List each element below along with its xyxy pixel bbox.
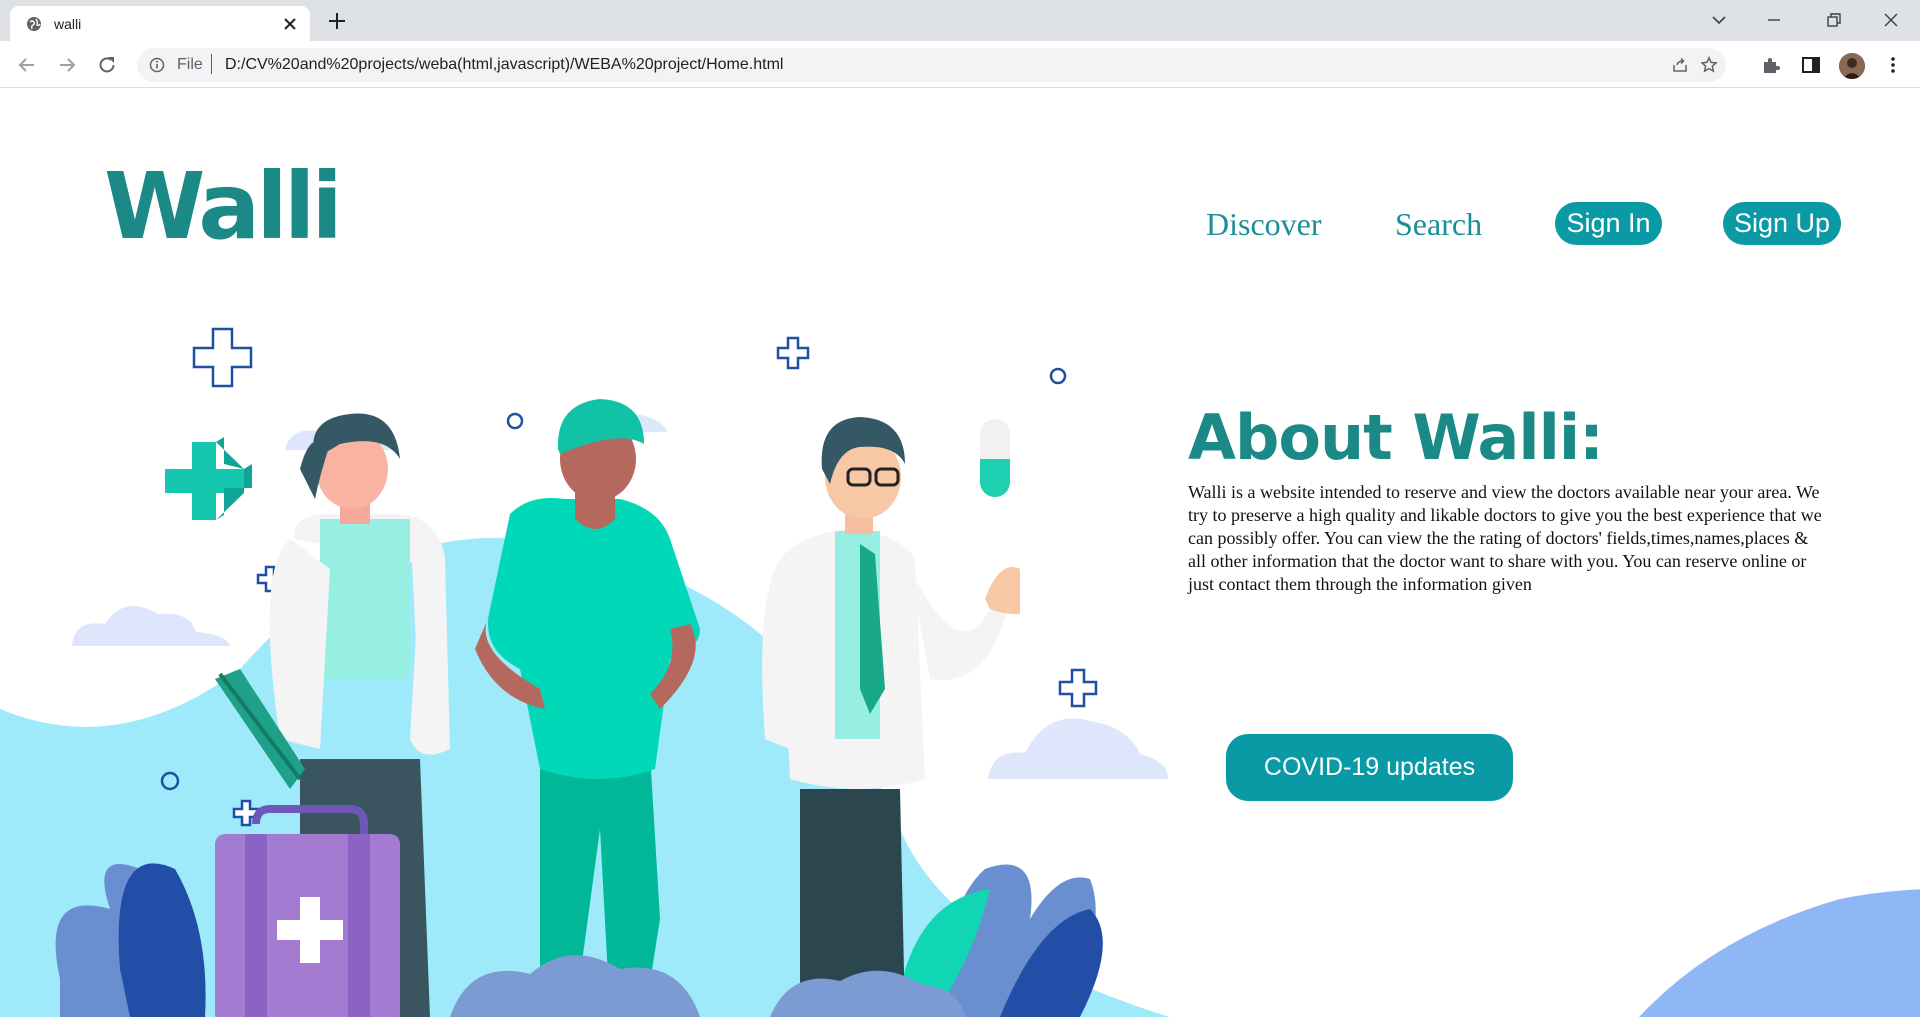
reload-icon[interactable] (95, 53, 119, 77)
sign-up-button[interactable]: Sign Up (1723, 202, 1841, 245)
minimize-icon[interactable] (1762, 8, 1786, 32)
avatar-image (1839, 53, 1865, 79)
corner-decoration (1639, 889, 1920, 1017)
about-description: Walli is a website intended to reserve a… (1188, 482, 1822, 594)
arrow-left-icon[interactable] (15, 53, 39, 77)
tab-title: walli (54, 16, 82, 32)
kebab-menu-icon[interactable] (1881, 53, 1905, 77)
url-separator (211, 54, 212, 74)
covid-updates-button[interactable]: COVID-19 updates (1226, 734, 1513, 801)
browser-tab-strip: walli (0, 0, 1920, 41)
address-bar[interactable]: File D:/CV%20and%20projects/weba(html,ja… (137, 48, 1726, 82)
file-scheme-label: File (177, 56, 203, 73)
new-tab-icon[interactable] (326, 10, 348, 32)
tab-search-icon[interactable] (1707, 8, 1731, 32)
share-icon[interactable] (1671, 56, 1689, 74)
close-tab-icon[interactable] (280, 14, 300, 34)
page-viewport: Walli Discover Search Sign In Sign Up Ab… (0, 89, 1920, 1017)
puzzle-icon[interactable] (1759, 53, 1783, 77)
info-icon[interactable] (149, 57, 165, 73)
arrow-right-icon[interactable] (55, 53, 79, 77)
restore-icon[interactable] (1822, 8, 1846, 32)
about-title: About Walli: (1188, 401, 1604, 474)
doctors-illustration (0, 327, 1170, 1017)
browser-toolbar: File D:/CV%20and%20projects/weba(html,ja… (0, 41, 1920, 88)
url-text[interactable]: D:/CV%20and%20projects/weba(html,javascr… (225, 56, 783, 74)
close-window-icon[interactable] (1879, 8, 1903, 32)
sign-in-button[interactable]: Sign In (1555, 202, 1662, 245)
side-panel-icon[interactable] (1799, 53, 1823, 77)
star-icon[interactable] (1700, 56, 1718, 74)
browser-tab[interactable]: walli (10, 6, 310, 41)
site-logo[interactable]: Walli (104, 161, 343, 253)
globe-icon (27, 17, 41, 31)
nav-search-link[interactable]: Search (1395, 206, 1482, 243)
nav-discover-link[interactable]: Discover (1206, 206, 1322, 243)
profile-avatar[interactable] (1839, 53, 1865, 79)
